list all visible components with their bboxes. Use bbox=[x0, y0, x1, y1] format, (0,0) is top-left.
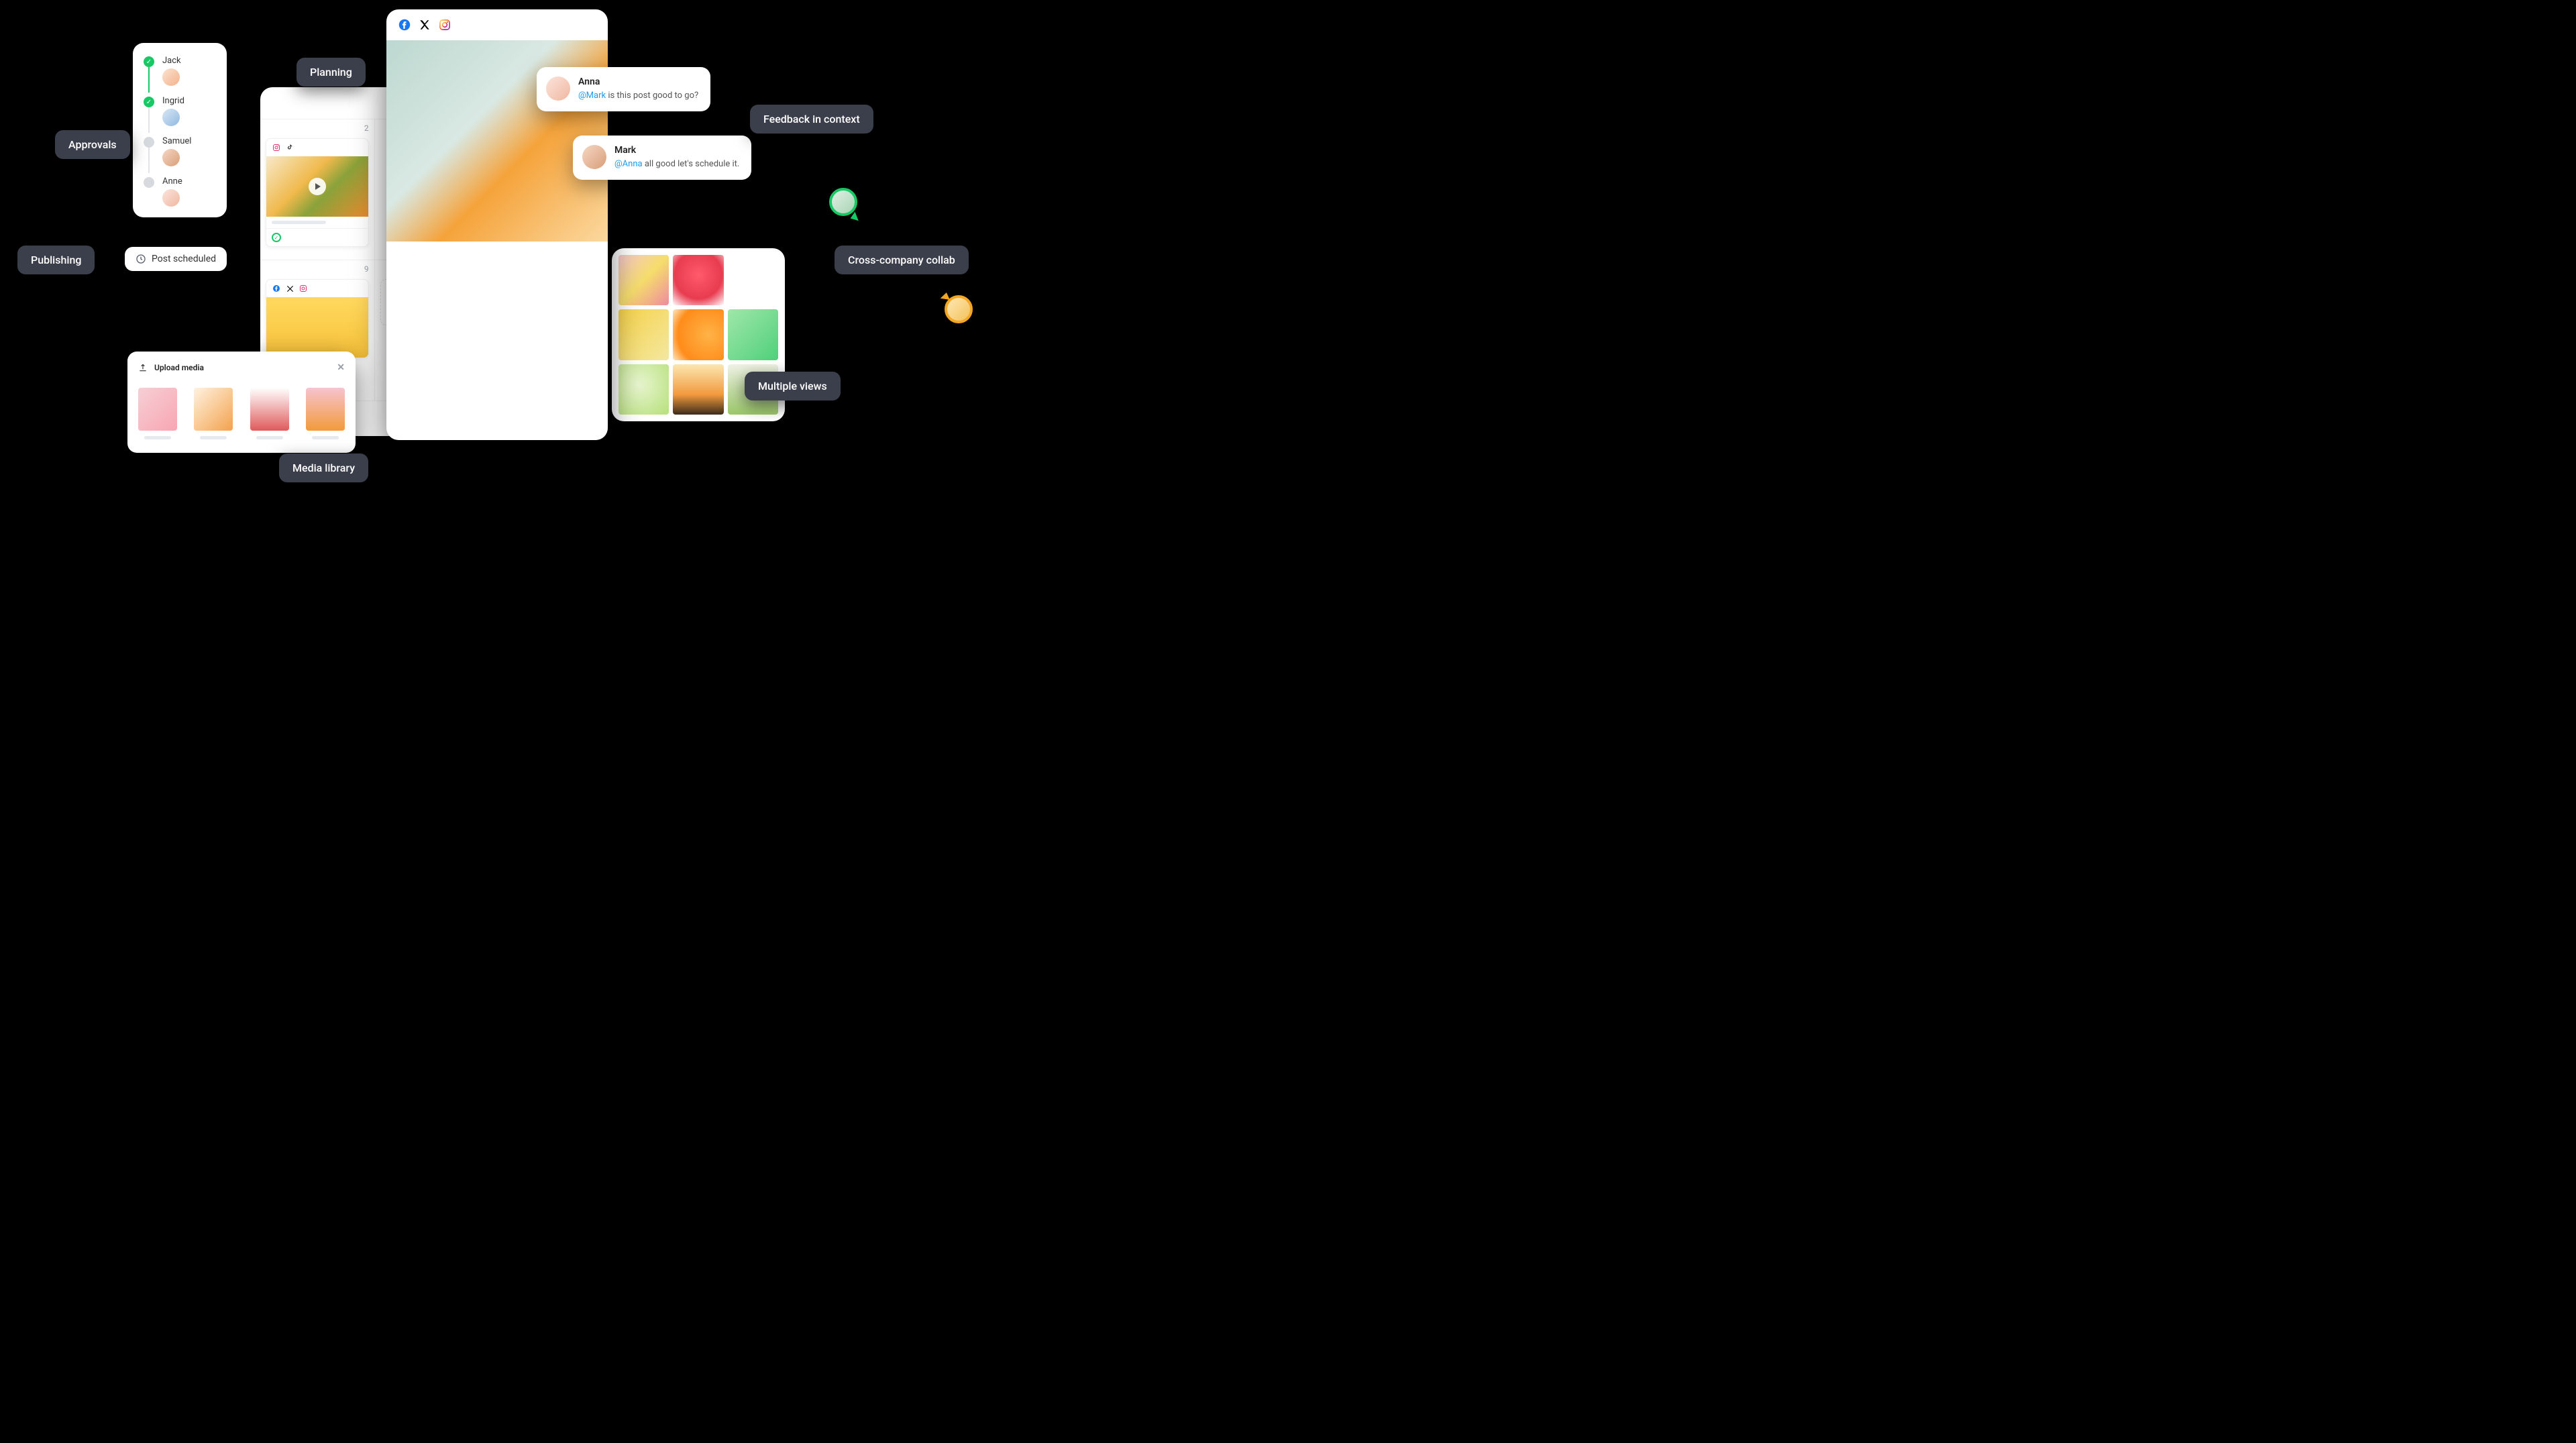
gallery-tile[interactable] bbox=[673, 364, 723, 415]
approvals-tag: Approvals bbox=[55, 130, 130, 159]
instagram-icon bbox=[299, 284, 308, 293]
media-library-tag: Media library bbox=[279, 453, 368, 482]
gallery-tile[interactable] bbox=[728, 309, 778, 360]
pending-dot-icon bbox=[144, 137, 154, 148]
upload-icon bbox=[138, 363, 148, 372]
comment-bubble[interactable]: Anna @Mark is this post good to go? bbox=[537, 67, 710, 111]
instagram-icon bbox=[439, 19, 451, 31]
x-icon bbox=[419, 19, 431, 31]
comment-text: @Anna all good let's schedule it. bbox=[614, 158, 739, 170]
approvals-card: ✓ Jack ✓ Ingrid Samuel Ann bbox=[133, 43, 227, 217]
comment-author: Anna bbox=[578, 76, 698, 87]
approval-step: Samuel bbox=[144, 137, 216, 173]
media-item[interactable] bbox=[194, 388, 233, 439]
check-icon: ✓ bbox=[144, 97, 154, 107]
avatar bbox=[546, 76, 570, 101]
post-thumbnail bbox=[266, 297, 368, 358]
approval-step: ✓ Jack bbox=[144, 56, 216, 93]
approver-name: Anne bbox=[162, 176, 182, 186]
gallery-tile[interactable] bbox=[619, 364, 669, 415]
instagram-icon bbox=[272, 143, 281, 152]
calendar-date: 2 bbox=[364, 123, 369, 133]
planning-tag: Planning bbox=[297, 58, 366, 87]
avatar bbox=[162, 149, 180, 166]
gallery-tile[interactable] bbox=[619, 255, 669, 305]
media-item[interactable] bbox=[306, 388, 345, 439]
gallery-tile[interactable] bbox=[673, 309, 723, 360]
clock-icon bbox=[136, 254, 146, 264]
facebook-icon bbox=[272, 284, 281, 293]
multiple-views-tag: Multiple views bbox=[745, 372, 841, 400]
calendar-post-card[interactable] bbox=[266, 279, 369, 358]
calendar-post-card[interactable]: ✓ bbox=[266, 138, 369, 247]
media-library-dialog: Upload media ✕ bbox=[127, 352, 356, 453]
post-scheduled-pill: Post scheduled bbox=[125, 247, 227, 271]
avatar bbox=[162, 109, 180, 126]
publishing-tag: Publishing bbox=[17, 246, 95, 274]
calendar-cell[interactable]: 2 ✓ bbox=[260, 119, 375, 260]
avatar bbox=[162, 68, 180, 86]
play-icon bbox=[309, 178, 326, 195]
approval-step: ✓ Ingrid bbox=[144, 97, 216, 133]
comment-text: @Mark is this post good to go? bbox=[578, 90, 698, 102]
approver-name: Ingrid bbox=[162, 96, 184, 106]
check-icon: ✓ bbox=[144, 56, 154, 67]
post-scheduled-label: Post scheduled bbox=[152, 254, 216, 264]
gallery-tile[interactable] bbox=[673, 255, 723, 305]
mention[interactable]: @Anna bbox=[614, 159, 643, 169]
approver-name: Samuel bbox=[162, 136, 191, 146]
collab-avatar bbox=[829, 188, 857, 216]
pending-dot-icon bbox=[144, 177, 154, 188]
gallery-tile[interactable] bbox=[619, 309, 669, 360]
close-icon[interactable]: ✕ bbox=[337, 362, 345, 373]
approver-name: Jack bbox=[162, 56, 181, 66]
media-item[interactable] bbox=[250, 388, 289, 439]
gallery-tile[interactable] bbox=[728, 255, 778, 305]
approval-step: Anne bbox=[144, 177, 216, 207]
cross-collab-tag: Cross-company collab bbox=[835, 246, 969, 274]
calendar-date: 9 bbox=[364, 264, 369, 274]
comment-author: Mark bbox=[614, 145, 739, 156]
media-title: Upload media bbox=[154, 363, 204, 372]
cursor-icon bbox=[851, 212, 862, 223]
facebook-icon bbox=[398, 19, 411, 31]
approved-icon: ✓ bbox=[272, 233, 281, 242]
feedback-tag: Feedback in context bbox=[750, 105, 873, 133]
avatar bbox=[162, 189, 180, 207]
tiktok-icon bbox=[285, 143, 294, 152]
mention[interactable]: @Mark bbox=[578, 91, 606, 101]
post-thumbnail bbox=[266, 156, 368, 217]
media-item[interactable] bbox=[138, 388, 177, 439]
avatar bbox=[582, 145, 606, 169]
x-icon bbox=[285, 284, 294, 293]
comment-bubble[interactable]: Mark @Anna all good let's schedule it. bbox=[573, 136, 751, 180]
